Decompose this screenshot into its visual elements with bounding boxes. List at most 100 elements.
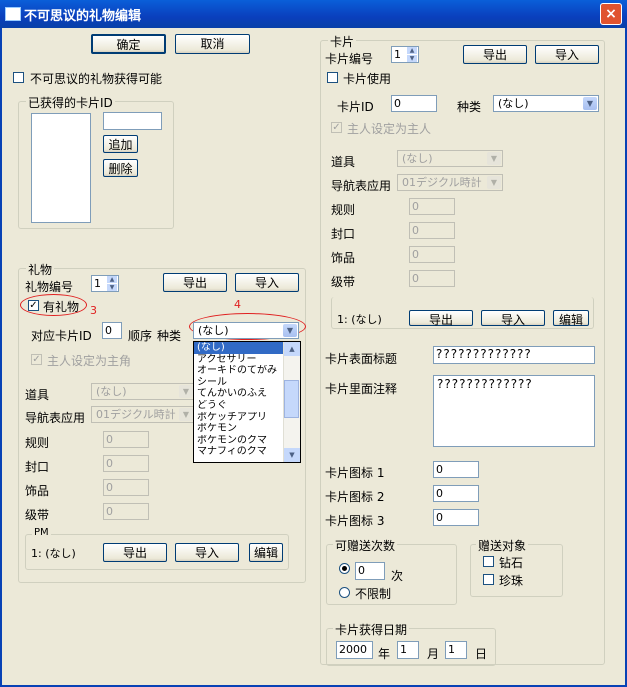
icon1-input[interactable]: 0: [433, 461, 479, 478]
gift-master-checkbox[interactable]: ✓: [31, 354, 42, 365]
gift-card-id-label: 对应卡片ID: [31, 329, 92, 343]
gift-rule-input[interactable]: 0: [103, 431, 149, 448]
obtained-card-title: 已获得的卡片ID: [26, 94, 115, 111]
window-title: 不可思议的礼物编辑: [24, 9, 142, 24]
ok-button[interactable]: 确定: [91, 34, 166, 54]
card-item-label: 道具: [331, 155, 356, 169]
gift-export-button[interactable]: 导出: [163, 273, 227, 292]
pearl-label: 珍珠: [499, 574, 524, 588]
gift-pm-edit-button[interactable]: 编辑: [249, 543, 283, 562]
gift-number-spin[interactable]: 1 ▲ ▼: [91, 275, 119, 292]
spin-up-icon[interactable]: ▲: [107, 276, 117, 283]
face-title-input[interactable]: ?????????????: [433, 346, 595, 364]
card-rule-input[interactable]: 0: [409, 198, 455, 215]
gift-number-value: 1: [94, 277, 101, 290]
card-number-spin[interactable]: 1 ▲ ▼: [391, 46, 419, 63]
month-label: 月: [427, 647, 440, 661]
gift-deco-input[interactable]: 0: [103, 479, 149, 496]
send-count-radio[interactable]: [339, 563, 350, 574]
cancel-button[interactable]: 取消: [175, 34, 250, 54]
obtained-card-list[interactable]: [31, 113, 91, 223]
back-note-textarea[interactable]: ?????????????: [433, 375, 595, 447]
card-ribbon-input[interactable]: 0: [409, 270, 455, 287]
spin-down-icon[interactable]: ▼: [407, 55, 417, 62]
gift-ribbon-input[interactable]: 0: [103, 503, 149, 520]
gift-nav-label: 导航表应用: [25, 411, 86, 425]
has-gift-checkbox[interactable]: ✓: [28, 300, 39, 311]
pearl-checkbox[interactable]: [483, 574, 494, 585]
dropdown-scrollbar[interactable]: ▲ ▼: [283, 342, 300, 462]
card-nav-value: 01デジクル時計: [402, 176, 482, 189]
gift-card-id-input[interactable]: 0: [102, 322, 122, 339]
gift-ribbon-label: 级带: [25, 508, 50, 522]
icon2-input[interactable]: 0: [433, 485, 479, 502]
chevron-down-icon: ▼: [487, 152, 501, 165]
gift-rule-label: 规则: [25, 436, 50, 450]
card-master-checkbox[interactable]: ✓: [331, 122, 342, 133]
icon3-input[interactable]: 0: [433, 509, 479, 526]
card-import-button[interactable]: 导入: [535, 45, 599, 64]
card-pm-export-button[interactable]: 导出: [409, 310, 473, 327]
back-note-label: 卡片里面注释: [325, 382, 398, 396]
diamond-label: 钻石: [499, 556, 524, 570]
card-item-select[interactable]: (なし) ▼: [397, 150, 503, 167]
gift-seal-label: 封口: [25, 460, 50, 474]
card-ribbon-label: 级带: [331, 275, 356, 289]
card-number-value: 1: [394, 48, 401, 61]
gift-nav-select[interactable]: 01デジクル時計 ▼: [91, 406, 195, 423]
card-seal-input[interactable]: 0: [409, 222, 455, 239]
send-target-title: 赠送对象: [476, 537, 529, 554]
send-count-input[interactable]: 0: [355, 562, 385, 580]
card-pm-import-button[interactable]: 导入: [481, 310, 545, 327]
gift-pm-export-button[interactable]: 导出: [103, 543, 167, 562]
card-id-input[interactable]: 0: [391, 95, 437, 112]
card-pm-text: 1: (なし): [337, 313, 382, 326]
card-item-value: (なし): [402, 152, 433, 165]
card-nav-select[interactable]: 01デジクル時計 ▼: [397, 174, 503, 191]
card-use-checkbox[interactable]: [327, 72, 338, 83]
icon2-label: 卡片图标 2: [325, 490, 385, 504]
close-button[interactable]: ×: [600, 3, 622, 25]
card-pm-edit-button[interactable]: 编辑: [553, 310, 589, 327]
card-deco-input[interactable]: 0: [409, 246, 455, 263]
chevron-down-icon[interactable]: ▼: [283, 324, 297, 337]
year-input[interactable]: 2000: [336, 641, 373, 659]
gift-number-label: 礼物编号: [25, 280, 74, 294]
day-input[interactable]: 1: [445, 641, 467, 659]
gift-nav-value: 01デジクル時計: [96, 408, 176, 421]
card-title: 卡片: [328, 33, 357, 50]
scroll-up-icon[interactable]: ▲: [284, 342, 300, 356]
send-count-title: 可赠送次数: [333, 537, 398, 554]
delete-button[interactable]: 删除: [103, 159, 138, 177]
spin-up-icon[interactable]: ▲: [407, 47, 417, 54]
obtained-card-input[interactable]: [103, 112, 162, 130]
gift-kind-select[interactable]: (なし) ▼: [193, 322, 299, 339]
gift-seal-input[interactable]: 0: [103, 455, 149, 472]
card-kind-select[interactable]: (なし) ▼: [493, 95, 599, 112]
year-label: 年: [378, 647, 391, 661]
gift-import-button[interactable]: 导入: [235, 273, 299, 292]
scroll-thumb[interactable]: [284, 380, 299, 418]
gift-possible-checkbox[interactable]: [13, 72, 24, 83]
unlimited-radio[interactable]: [339, 587, 350, 598]
card-kind-value: (なし): [498, 97, 529, 110]
scroll-down-icon[interactable]: ▼: [284, 448, 300, 462]
gift-order-label: 顺序: [128, 329, 153, 343]
card-number-label: 卡片编号: [325, 52, 374, 66]
gift-pm-import-button[interactable]: 导入: [175, 543, 239, 562]
card-master-label: 主人设定为主人: [347, 122, 432, 136]
icon3-label: 卡片图标 3: [325, 514, 385, 528]
annotation-number-3: 3: [90, 304, 97, 317]
chevron-down-icon[interactable]: ▼: [583, 97, 597, 110]
card-nav-label: 导航表应用: [331, 179, 392, 193]
gift-kind-dropdown[interactable]: (なし) アクセサリー オーキドのてがみ シール てんかいのふえ どうぐ ポケッ…: [193, 341, 301, 463]
card-export-button[interactable]: 导出: [463, 45, 527, 64]
chevron-down-icon: ▼: [487, 176, 501, 189]
title-bar: 不可思议的礼物编辑 ×: [0, 0, 627, 28]
add-button[interactable]: 追加: [103, 135, 138, 153]
month-input[interactable]: 1: [397, 641, 419, 659]
gift-item-select[interactable]: (なし) ▼: [91, 383, 195, 400]
diamond-checkbox[interactable]: [483, 556, 494, 567]
spin-down-icon[interactable]: ▼: [107, 284, 117, 291]
date-title: 卡片获得日期: [333, 621, 410, 638]
